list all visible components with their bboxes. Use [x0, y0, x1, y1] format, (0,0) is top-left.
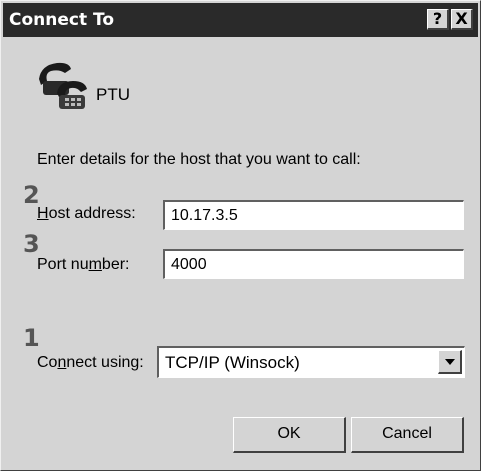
chevron-down-icon — [445, 359, 455, 365]
dropdown-arrow-button[interactable] — [438, 350, 462, 374]
connect-using-label: Connect using: — [37, 354, 144, 371]
cancel-button[interactable]: Cancel — [351, 417, 464, 453]
host-address-label: Host address: — [37, 205, 136, 222]
connect-using-selected-value: TCP/IP (Winsock) — [165, 353, 300, 372]
ok-button[interactable]: OK — [233, 417, 346, 453]
connect-using-select[interactable]: TCP/IP (Winsock) — [157, 346, 465, 378]
port-number-input[interactable] — [163, 249, 464, 279]
port-number-label: Port number: — [37, 256, 130, 273]
telephone-connection-icon — [35, 59, 91, 113]
step-number-3: 3 — [23, 230, 40, 258]
close-button[interactable]: X — [451, 9, 473, 30]
host-address-input[interactable] — [163, 200, 464, 230]
connection-name: PTU — [96, 85, 130, 104]
title-bar[interactable]: Connect To ? X — [3, 3, 478, 37]
connect-to-dialog: Connect To ? X PTU Enter details for the… — [0, 0, 481, 471]
help-button[interactable]: ? — [427, 9, 449, 30]
step-number-1: 1 — [23, 324, 40, 352]
window-title: Connect To — [9, 10, 115, 30]
instructions-text: Enter details for the host that you want… — [37, 151, 361, 168]
